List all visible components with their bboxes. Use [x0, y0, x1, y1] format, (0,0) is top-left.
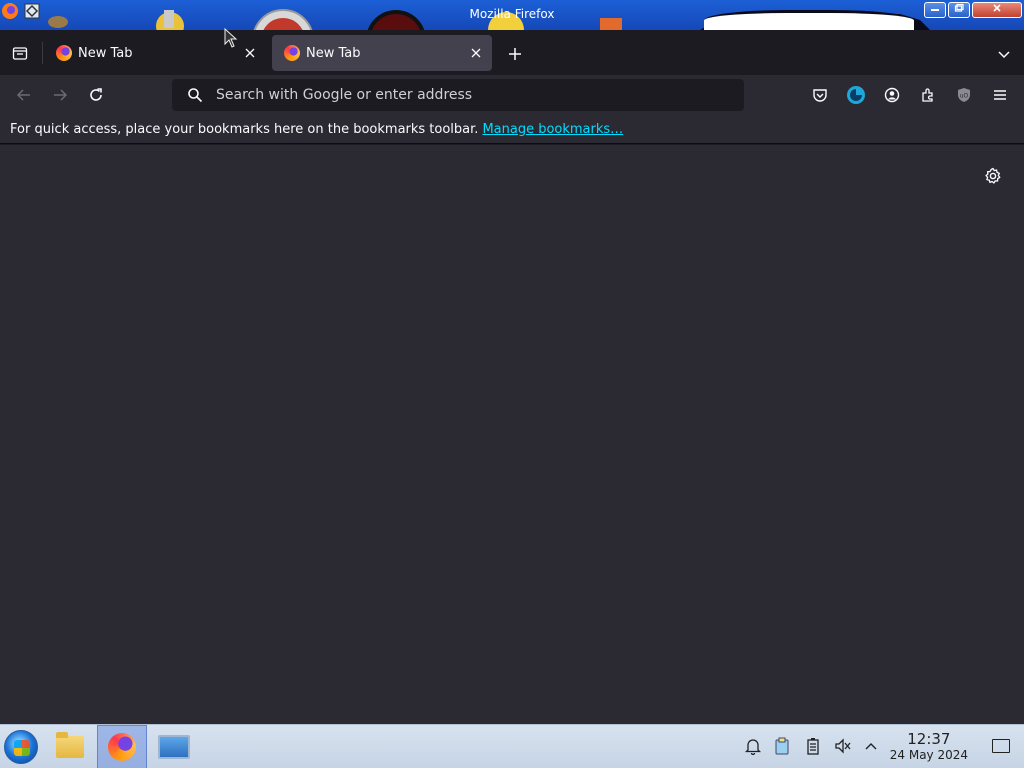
gear-icon	[985, 167, 1001, 184]
chevron-up-icon	[865, 743, 877, 750]
mouse-cursor-icon	[224, 28, 238, 48]
close-tab-button[interactable]	[464, 41, 488, 65]
new-tab-page	[0, 145, 1024, 724]
account-button[interactable]	[880, 83, 904, 107]
personalize-settings-button[interactable]	[984, 167, 1002, 185]
reload-icon	[90, 88, 102, 101]
back-button[interactable]	[12, 83, 36, 107]
taskbar-file-manager[interactable]	[45, 725, 95, 768]
reload-button[interactable]	[84, 83, 108, 107]
back-icon	[16, 89, 30, 101]
pocket-icon	[813, 89, 827, 102]
clock-date: 24 May 2024	[889, 748, 968, 762]
tray-notifications[interactable]	[742, 735, 764, 757]
firefox-view-button[interactable]	[8, 42, 32, 64]
svg-text:uO: uO	[960, 93, 969, 100]
start-button[interactable]	[4, 730, 38, 764]
extensions-button[interactable]	[916, 83, 940, 107]
firefox-icon	[108, 733, 136, 761]
chevron-down-icon	[998, 51, 1010, 59]
list-all-tabs-button[interactable]	[992, 42, 1016, 66]
tab-new-tab-2[interactable]: New Tab	[272, 35, 492, 71]
extensions-icon	[922, 88, 933, 102]
search-icon	[186, 86, 204, 104]
plus-icon	[509, 48, 521, 60]
volume-muted-icon	[835, 738, 851, 754]
taskbar-system-monitor[interactable]	[149, 725, 199, 768]
system-monitor-icon	[158, 735, 190, 759]
ublock-button[interactable]: uO	[952, 83, 976, 107]
folder-icon	[56, 732, 84, 758]
extension-avatar-button[interactable]	[844, 83, 868, 107]
taskbar-clock[interactable]: 12:37 24 May 2024	[889, 730, 968, 763]
avatar-icon	[847, 86, 865, 104]
forward-button[interactable]	[48, 83, 72, 107]
firefox-view-icon	[12, 47, 28, 60]
taskbar: 12:37 24 May 2024	[0, 724, 1024, 768]
search-input[interactable]	[216, 87, 716, 103]
minimize-icon	[931, 9, 939, 11]
window-titlebar[interactable]: Mozilla Firefox	[0, 0, 1024, 30]
restore-icon	[954, 3, 964, 12]
close-window-button[interactable]	[972, 2, 1022, 18]
forward-icon	[54, 89, 68, 101]
clipboard-icon	[775, 737, 789, 755]
tab-separator	[42, 42, 43, 64]
close-icon	[245, 48, 255, 58]
ublock-icon: uO	[958, 88, 970, 102]
show-desktop-button[interactable]	[992, 739, 1010, 753]
maximize-button[interactable]	[948, 2, 970, 18]
firefox-favicon-icon	[284, 45, 300, 61]
pocket-button[interactable]	[808, 83, 832, 107]
bookmarks-toolbar: For quick access, place your bookmarks h…	[0, 115, 1024, 144]
menu-icon	[994, 90, 1006, 100]
notification-bell-icon	[744, 739, 762, 755]
tab-label: New Tab	[78, 45, 133, 61]
window-title: Mozilla Firefox	[469, 7, 555, 21]
battery-icon	[807, 738, 819, 755]
tray-battery[interactable]	[802, 735, 824, 757]
address-bar[interactable]	[172, 79, 744, 111]
bookmarks-hint-text: For quick access, place your bookmarks h…	[10, 121, 479, 137]
taskbar-firefox[interactable]	[97, 725, 147, 768]
tray-volume[interactable]	[832, 735, 854, 757]
close-icon	[993, 4, 1001, 12]
tray-expand[interactable]	[860, 735, 882, 757]
tab-label: New Tab	[306, 45, 361, 61]
manage-bookmarks-link[interactable]: Manage bookmarks…	[482, 122, 623, 137]
new-tab-button[interactable]	[503, 42, 527, 66]
tab-strip: New Tab New Tab	[0, 30, 1024, 75]
firefox-favicon-icon	[56, 45, 72, 61]
window-controls	[924, 2, 1022, 18]
clock-time: 12:37	[907, 730, 951, 748]
app-menu-button[interactable]	[988, 83, 1012, 107]
account-icon	[884, 87, 900, 103]
tray-clipboard[interactable]	[771, 735, 793, 757]
navigation-toolbar: uO	[0, 75, 1024, 115]
close-tab-button[interactable]	[238, 41, 262, 65]
minimize-button[interactable]	[924, 2, 946, 18]
close-icon	[471, 48, 481, 58]
